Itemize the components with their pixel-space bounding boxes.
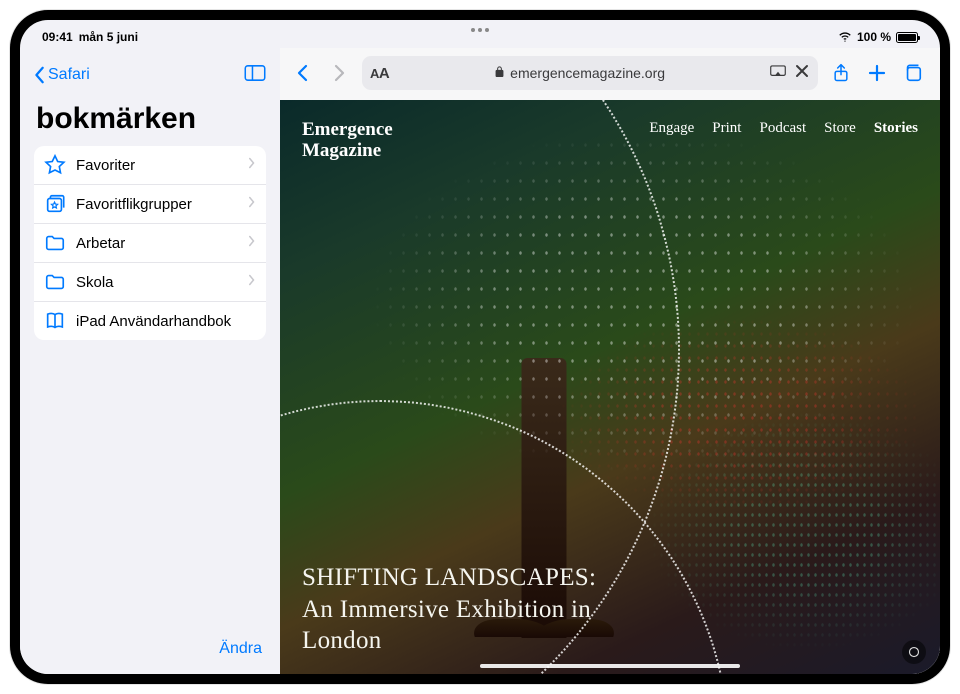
status-date: mån 5 juni (79, 30, 138, 44)
chevron-right-icon (248, 156, 256, 174)
headline-line1: SHIFTING LANDSCAPES: (302, 562, 596, 593)
site-header: Emergence Magazine Engage Print Podcast … (302, 120, 918, 162)
nav-link-stories[interactable]: Stories (874, 120, 918, 137)
home-indicator[interactable] (480, 664, 740, 668)
edit-bookmarks-button[interactable]: Ändra (34, 632, 266, 662)
address-bar[interactable]: AA emergencemagazine.org (362, 56, 818, 90)
ipad-device-frame: 09:41 mån 5 juni 100 % Safari (10, 10, 950, 684)
book-icon (44, 310, 66, 332)
bookmark-item-ipad-guide[interactable]: iPad Användarhandbok (34, 302, 266, 340)
chevron-right-icon (248, 195, 256, 213)
site-nav: Engage Print Podcast Store Stories (649, 120, 918, 137)
wifi-icon (838, 30, 852, 44)
screencast-icon[interactable] (770, 63, 786, 84)
webpage-content[interactable]: Emergence Magazine Engage Print Podcast … (280, 100, 940, 674)
nav-back-button[interactable] (290, 60, 316, 86)
tabgroup-star-icon (44, 193, 66, 215)
reader-floating-button[interactable] (902, 640, 926, 664)
nav-link-print[interactable]: Print (712, 120, 741, 137)
back-to-safari-button[interactable]: Safari (34, 66, 90, 84)
bookmarks-sidebar: Safari bokmärken Favoriter (20, 48, 280, 674)
url-text: emergencemagazine.org (510, 65, 665, 81)
battery-percentage: 100 % (857, 30, 891, 44)
logo-line2: Magazine (302, 141, 393, 162)
browser-toolbar: AA emergencemagazine.org (280, 48, 940, 100)
bookmark-item-folder-arbetar[interactable]: Arbetar (34, 224, 266, 263)
logo-line1: Emergence (302, 120, 393, 141)
battery-icon (896, 32, 918, 43)
lock-icon (494, 65, 505, 81)
browser-main: AA emergencemagazine.org (280, 48, 940, 674)
tabs-overview-button[interactable] (900, 60, 926, 86)
bookmark-label: iPad Användarhandbok (76, 313, 256, 330)
headline-line3: London (302, 625, 596, 656)
new-tab-button[interactable] (864, 60, 890, 86)
toggle-sidebar-button[interactable] (244, 64, 266, 87)
headline-line2: An Immersive Exhibition in (302, 594, 596, 625)
nav-link-engage[interactable]: Engage (649, 120, 694, 137)
nav-link-store[interactable]: Store (824, 120, 856, 137)
stop-reload-button[interactable] (794, 63, 810, 84)
bookmark-label: Arbetar (76, 235, 238, 252)
nav-link-podcast[interactable]: Podcast (759, 120, 806, 137)
bookmark-item-favorites[interactable]: Favoriter (34, 146, 266, 185)
bookmark-label: Favoritflikgrupper (76, 196, 238, 213)
chevron-right-icon (248, 234, 256, 252)
folder-icon (44, 271, 66, 293)
folder-icon (44, 232, 66, 254)
bookmark-item-folder-skola[interactable]: Skola (34, 263, 266, 302)
nav-forward-button (326, 60, 352, 86)
article-headline[interactable]: SHIFTING LANDSCAPES: An Immersive Exhibi… (302, 562, 596, 656)
bookmark-label: Favoriter (76, 157, 238, 174)
status-time: 09:41 (42, 30, 73, 44)
star-outline-icon (44, 154, 66, 176)
url-display[interactable]: emergencemagazine.org (395, 65, 764, 81)
bookmark-item-favorite-tabgroups[interactable]: Favoritflikgrupper (34, 185, 266, 224)
back-label: Safari (48, 66, 90, 84)
sidebar-title: bokmärken (36, 102, 264, 136)
bookmark-label: Skola (76, 274, 238, 291)
share-button[interactable] (828, 60, 854, 86)
multitask-indicator[interactable] (471, 28, 489, 32)
reader-aa-button[interactable]: AA (370, 65, 389, 82)
bookmarks-list: Favoriter Favoritflikgrupper (34, 146, 266, 340)
chevron-right-icon (248, 273, 256, 291)
screen: 09:41 mån 5 juni 100 % Safari (20, 20, 940, 674)
site-logo[interactable]: Emergence Magazine (302, 120, 393, 162)
